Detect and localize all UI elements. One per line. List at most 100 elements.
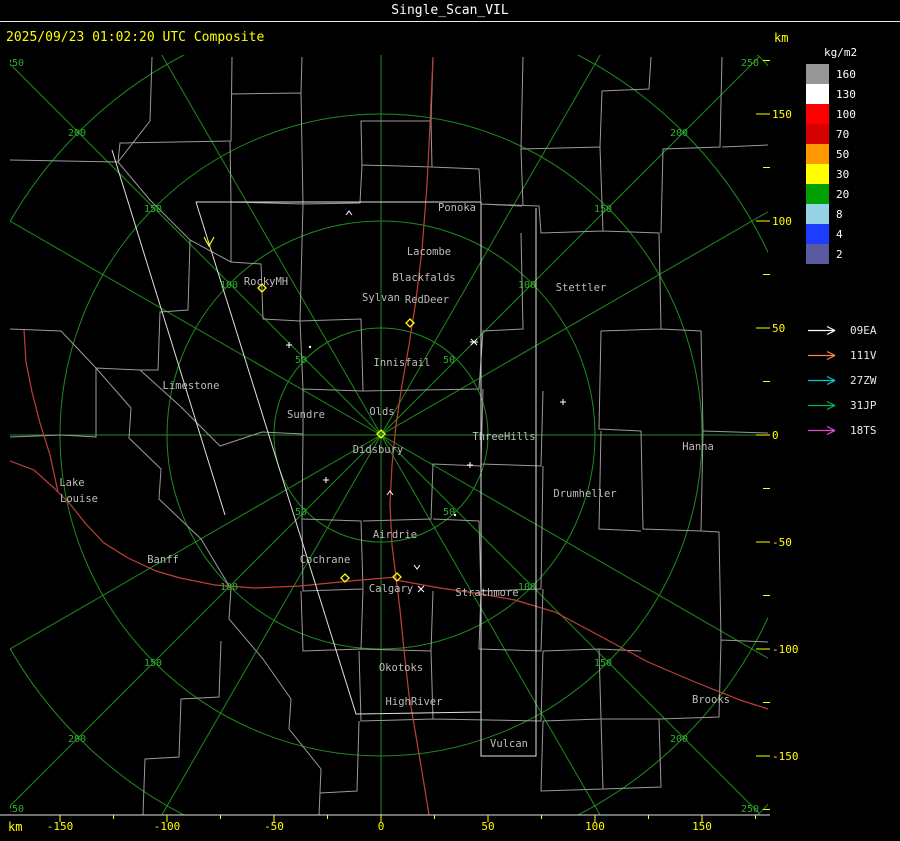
right-axis-labels: 150 100 50 0 -50 -100 -150: [772, 108, 799, 763]
city-label: Lacombe: [407, 246, 451, 258]
city-label: Okotoks: [379, 662, 423, 674]
city-label: Cochrane: [300, 554, 351, 566]
ring-label: 250: [6, 804, 24, 815]
azimuth-spokes: [10, 55, 768, 815]
city-label: Limestone: [163, 380, 220, 392]
radar-map[interactable]: 250 200 150 100 50 250 200 150 100 50 25…: [0, 0, 900, 841]
colorbar-value: 70: [836, 127, 850, 141]
colorbar-entry: 50: [806, 144, 856, 164]
ring-label: 100: [518, 280, 536, 291]
axis-label: -50: [264, 820, 284, 833]
city-label: Louise: [60, 493, 98, 505]
radar-legend-item: 18TS: [806, 418, 877, 443]
ring-label: 250: [741, 58, 759, 69]
city-label: Lake: [59, 477, 84, 489]
radar-legend-item: 31JP: [806, 393, 877, 418]
city-label: Sundre: [287, 409, 325, 421]
city-label: Blackfalds: [392, 272, 455, 284]
colorbar-swatch: [806, 84, 829, 104]
axis-label: 0: [378, 820, 385, 833]
axis-label: 0: [772, 429, 779, 442]
colorbar-unit: kg/m2: [824, 46, 858, 59]
city-label: Didsbury: [353, 444, 404, 456]
city-label: HighRiver: [386, 696, 443, 708]
colorbar-value: 100: [836, 107, 856, 121]
colorbar-swatch: [806, 104, 829, 124]
radar-arrow-icon: [808, 400, 836, 411]
colorbar-entry: 20: [806, 184, 856, 204]
colorbar-value: 130: [836, 87, 856, 101]
ring-label: 150: [144, 204, 162, 215]
colorbar-swatch: [806, 144, 829, 164]
radar-id: 111V: [850, 349, 877, 362]
city-label: RockyMH: [244, 276, 288, 288]
colorbar-entry: 4: [806, 224, 856, 244]
colorbar: 160 130 100 70 50 30 20 8 4 2: [806, 64, 856, 264]
colorbar-swatch: [806, 244, 829, 264]
axis-label: -150: [47, 820, 74, 833]
city-label: Drumheller: [553, 488, 616, 500]
colorbar-value: 8: [836, 207, 843, 221]
axis-label: 150: [692, 820, 712, 833]
colorbar-entry: 160: [806, 64, 856, 84]
city-label: ThreeHills: [472, 431, 535, 443]
city-label: Calgary: [369, 583, 413, 595]
ring-label: 250: [741, 804, 759, 815]
scan-outline-lines: [111, 149, 537, 757]
colorbar-entry: 130: [806, 84, 856, 104]
range-ring-grid: [10, 55, 768, 815]
colorbar-swatch: [806, 164, 829, 184]
radar-id: 27ZW: [850, 374, 877, 387]
colorbar-value: 160: [836, 67, 856, 81]
ring-label: 50: [295, 355, 307, 366]
city-label: Sylvan: [362, 292, 400, 304]
colorbar-entry: 8: [806, 204, 856, 224]
axis-label: 50: [772, 322, 785, 335]
axis-label: -100: [772, 643, 799, 656]
colorbar-value: 50: [836, 147, 850, 161]
ring-label: 200: [670, 734, 688, 745]
ring-label: 200: [670, 128, 688, 139]
ring-label: 100: [220, 280, 238, 291]
ring-label: 200: [68, 734, 86, 745]
ring-label: 50: [443, 507, 455, 518]
city-label: Innisfail: [374, 357, 431, 369]
ring-label: 50: [295, 507, 307, 518]
colorbar-swatch: [806, 64, 829, 84]
city-label: Banff: [147, 554, 179, 566]
right-axis-ticks: [756, 60, 770, 810]
town-symbol-marks: [286, 210, 566, 593]
ring-label: 100: [220, 582, 238, 593]
axis-label: 100: [585, 820, 605, 833]
radar-arrow-icon: [808, 325, 836, 336]
city-label: Strathmore: [455, 587, 518, 599]
ring-label: 50: [443, 355, 455, 366]
colorbar-entry: 2: [806, 244, 856, 264]
city-label: Stettler: [556, 282, 607, 294]
bottom-axis-labels: -150 -100 -50 0 50 100 150: [47, 820, 712, 833]
radar-legend-item: 111V: [806, 343, 877, 368]
colorbar-entry: 100: [806, 104, 856, 124]
axis-label: -150: [772, 750, 799, 763]
radar-arrow-icon: [808, 425, 836, 436]
radar-id: 09EA: [850, 324, 877, 337]
ring-label: 150: [594, 658, 612, 669]
colorbar-entry: 70: [806, 124, 856, 144]
city-label: Ponoka: [438, 202, 476, 214]
colorbar-value: 2: [836, 247, 843, 261]
ring-label: 250: [6, 58, 24, 69]
colorbar-entry: 30: [806, 164, 856, 184]
colorbar-swatch: [806, 184, 829, 204]
town-dot: [308, 345, 312, 349]
ring-label: 100: [518, 582, 536, 593]
radar-site-legend: 09EA 111V 27ZW 31JP 18TS: [806, 318, 877, 443]
axis-label: 150: [772, 108, 792, 121]
axis-label: -50: [772, 536, 792, 549]
range-ring-250km: [756, 55, 768, 815]
radar-arrow-icon: [808, 350, 836, 361]
radar-app-window: { "window": { "title": "Single_Scan_VIL"…: [0, 0, 900, 841]
axis-label: 100: [772, 215, 792, 228]
radar-arrow-icon: [808, 375, 836, 386]
city-label: Hanna: [682, 441, 714, 453]
ring-label: 200: [68, 128, 86, 139]
